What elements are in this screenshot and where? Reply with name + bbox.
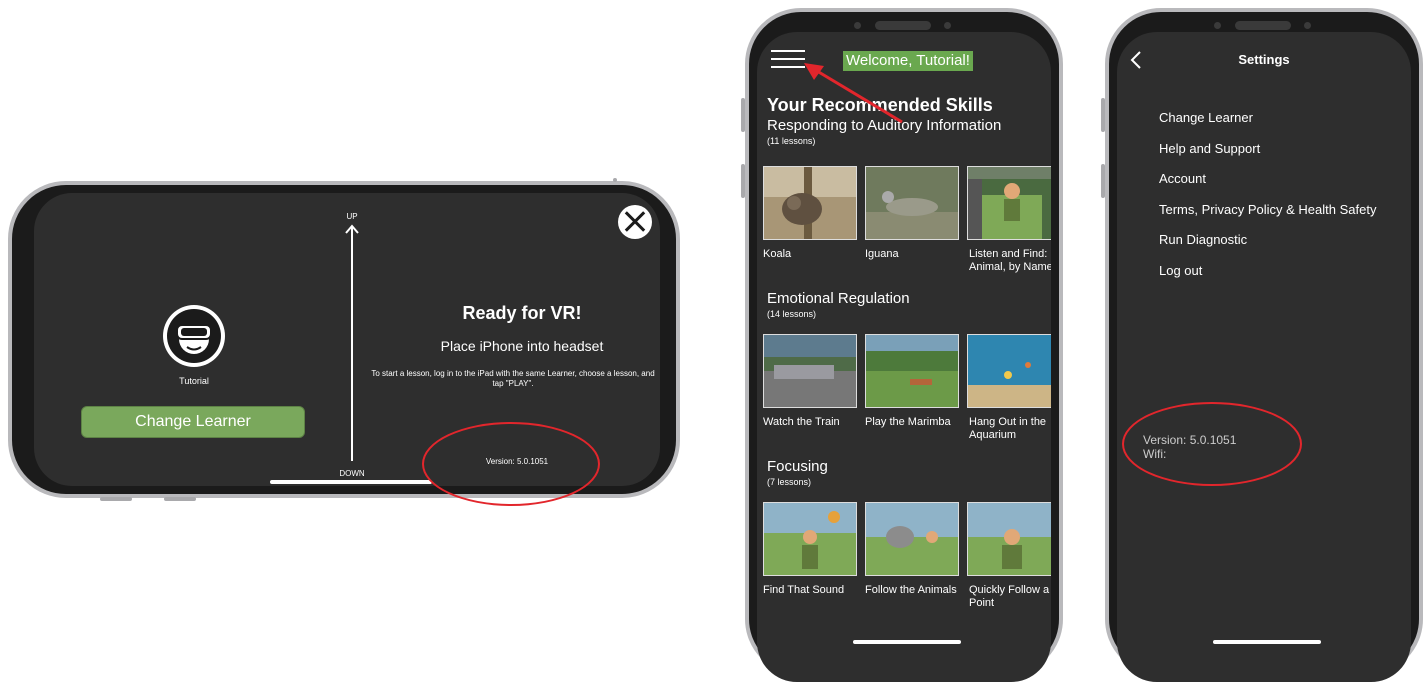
page-title: Settings (1238, 52, 1290, 67)
volume-button (164, 497, 196, 501)
camera-dot (1214, 22, 1221, 29)
vr-headset-avatar-icon (167, 309, 221, 363)
lesson-count: (14 lessons) (767, 309, 817, 319)
lesson-caption: Find That Sound (763, 584, 845, 596)
menu-item-account[interactable]: Account (1159, 171, 1206, 186)
lesson-thumbnail-animals[interactable] (865, 502, 959, 576)
lesson-thumbnail-guide[interactable] (967, 166, 1051, 240)
power-button (613, 178, 617, 182)
ready-title: Ready for VR! (462, 303, 582, 323)
menu-item-terms[interactable]: Terms, Privacy Policy & Health Safety (1159, 202, 1376, 217)
menu-item-logout[interactable]: Log out (1159, 263, 1202, 278)
volume-button (100, 497, 132, 501)
home-indicator (1213, 640, 1321, 644)
instructions-text: To start a lesson, log in to the iPad wi… (371, 369, 655, 388)
menu-item-change-learner[interactable]: Change Learner (1159, 110, 1253, 125)
change-learner-button[interactable]: Change Learner (81, 406, 305, 438)
menu-item-diagnostic[interactable]: Run Diagnostic (1159, 232, 1247, 247)
lesson-caption: Koala (763, 248, 792, 260)
axis-down-label: DOWN (339, 469, 365, 478)
home-indicator (853, 640, 961, 644)
annotation-circle (422, 422, 600, 506)
menu-item-help[interactable]: Help and Support (1159, 141, 1260, 156)
find-sound-thumbnail-icon (764, 503, 856, 575)
settings-screen: Settings Change Learner Help and Support… (1117, 32, 1411, 682)
ready-subtitle: Place iPhone into headset (440, 338, 604, 354)
home-screen: Welcome, Tutorial! Your Recommended Skil… (757, 32, 1051, 682)
lesson-count: (11 lessons) (767, 136, 816, 146)
speaker-notch (875, 21, 931, 30)
lesson-caption: Play the Marimba (865, 416, 951, 428)
speaker-notch (1235, 21, 1291, 30)
section-title: Focusing (767, 458, 828, 475)
train-thumbnail-icon (764, 335, 856, 407)
lesson-caption: Hang Out in the Aquarium (969, 416, 1047, 441)
lesson-caption: Watch the Train (763, 416, 840, 428)
axis-up-label: UP (346, 212, 358, 221)
aquarium-thumbnail-icon (968, 335, 1051, 407)
camera-dot (854, 22, 861, 29)
koala-thumbnail-icon (764, 167, 856, 239)
lesson-caption: Listen and Find: 1 Animal, by Name (969, 248, 1051, 273)
lesson-caption: Follow the Animals (865, 584, 957, 596)
settings-phone-frame: Settings Change Learner Help and Support… (1105, 8, 1423, 682)
lesson-caption: Quickly Follow a Point (969, 584, 1050, 609)
guide-thumbnail-icon (968, 167, 1051, 239)
marimba-thumbnail-icon (866, 335, 958, 407)
camera-dot (1304, 22, 1311, 29)
side-button (741, 98, 745, 132)
iguana-thumbnail-icon (866, 167, 958, 239)
side-button (1101, 164, 1105, 198)
lesson-thumbnail-sound[interactable] (763, 502, 857, 576)
camera-dot (944, 22, 951, 29)
lesson-thumbnail-aquarium[interactable] (967, 334, 1051, 408)
annotation-arrow-icon (804, 63, 903, 124)
follow-point-thumbnail-icon (968, 503, 1051, 575)
avatar (163, 305, 225, 367)
home-indicator (270, 480, 432, 484)
follow-animals-thumbnail-icon (866, 503, 958, 575)
close-icon[interactable] (618, 205, 652, 239)
lesson-thumbnail-point[interactable] (967, 502, 1051, 576)
lesson-count: (7 lessons) (767, 477, 812, 487)
up-arrow-icon (345, 224, 359, 461)
avatar-label: Tutorial (179, 376, 209, 386)
annotation-circle (1122, 402, 1302, 486)
side-button (741, 164, 745, 198)
section-title: Emotional Regulation (767, 290, 910, 307)
side-button (1101, 98, 1105, 132)
lesson-thumbnail-marimba[interactable] (865, 334, 959, 408)
lesson-caption: Iguana (865, 248, 899, 260)
lesson-thumbnail-koala[interactable] (763, 166, 857, 240)
lesson-thumbnail-train[interactable] (763, 334, 857, 408)
lesson-thumbnail-iguana[interactable] (865, 166, 959, 240)
